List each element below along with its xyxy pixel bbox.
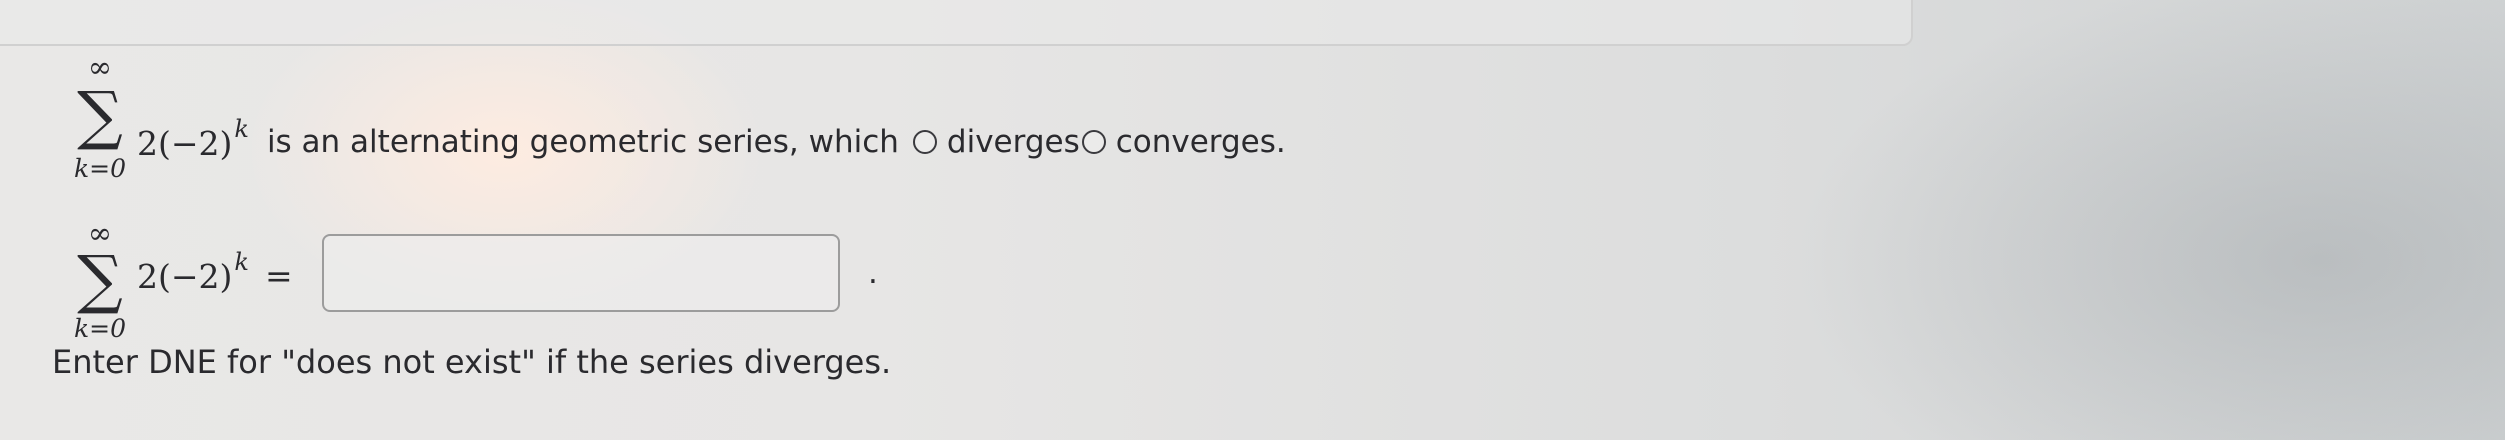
diverges-radio[interactable] bbox=[912, 130, 937, 154]
instruction-text: Enter DNE for "does not exist" if the se… bbox=[52, 343, 892, 381]
equals-sign: = bbox=[264, 255, 293, 295]
diverges-label[interactable]: diverges bbox=[947, 124, 1080, 160]
series-term: 2(−2)k bbox=[137, 115, 249, 163]
term-base: 2(−2) bbox=[137, 124, 233, 163]
sum-lower-limit: k=0 bbox=[73, 154, 126, 183]
sigma-glyph: ∑ bbox=[77, 243, 123, 317]
sigma-glyph: ∑ bbox=[77, 79, 123, 153]
term-exponent: k bbox=[234, 115, 249, 143]
summation-symbol-1: ∞ ∑ k=0 bbox=[68, 52, 132, 202]
converges-label[interactable]: converges. bbox=[1116, 124, 1286, 160]
previous-question-panel bbox=[0, 0, 1913, 46]
trailing-period: . bbox=[868, 255, 878, 291]
converges-radio[interactable] bbox=[1081, 130, 1106, 154]
sum-answer-input[interactable] bbox=[322, 234, 840, 312]
term-exponent: k bbox=[234, 248, 249, 276]
question-line-2: 2(−2)k = bbox=[137, 248, 293, 300]
series-term: 2(−2)k bbox=[137, 248, 249, 296]
sum-lower-limit: k=0 bbox=[73, 314, 126, 343]
sum-upper-limit: ∞ bbox=[87, 50, 113, 84]
question-text: is an alternating geometric series, whic… bbox=[266, 124, 899, 160]
question-line-1: 2(−2)k is an alternating geometric serie… bbox=[137, 115, 1286, 167]
term-base: 2(−2) bbox=[137, 257, 233, 296]
